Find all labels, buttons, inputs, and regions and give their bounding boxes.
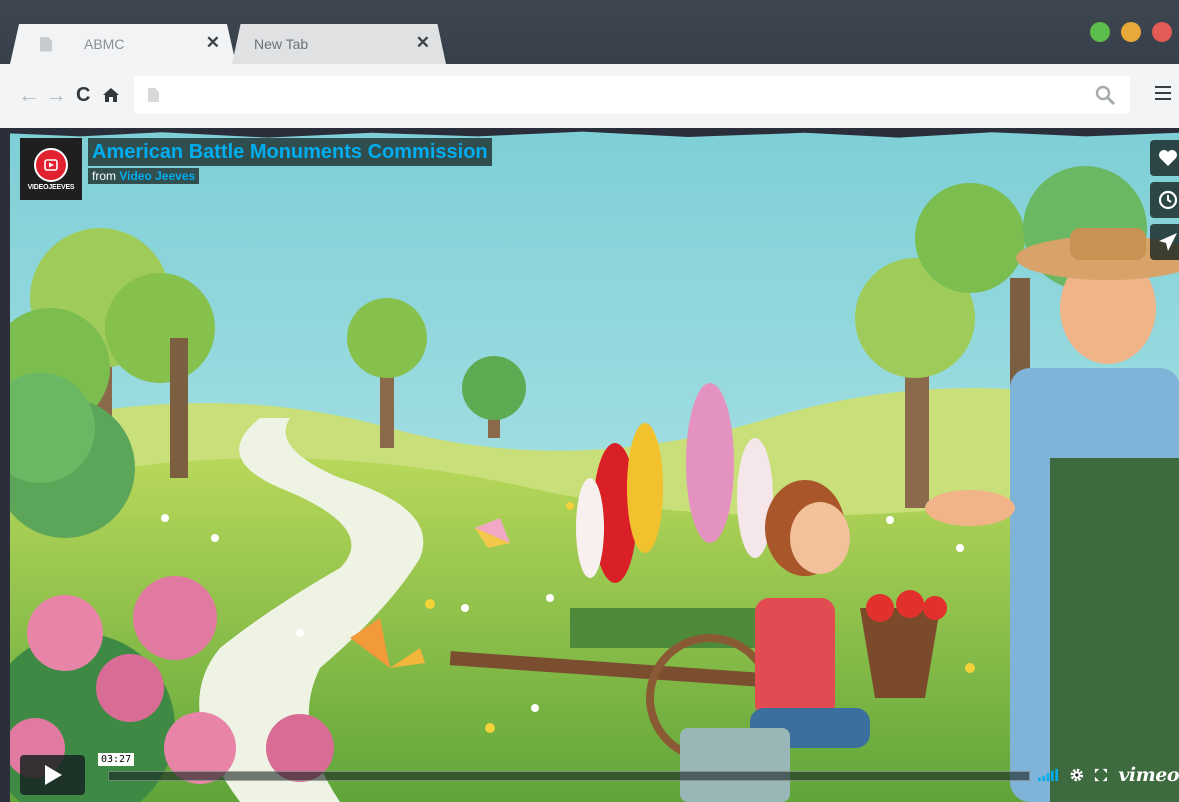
- from-label: from: [92, 169, 116, 183]
- menu-icon[interactable]: [1155, 86, 1171, 104]
- watch-later-button[interactable]: [1150, 182, 1179, 218]
- minimize-button[interactable]: [1121, 22, 1141, 42]
- video-byline: from Video Jeeves: [88, 168, 200, 184]
- back-button[interactable]: ←: [18, 82, 40, 108]
- search-icon[interactable]: [1094, 84, 1116, 106]
- tab-new-tab[interactable]: New Tab ✕: [232, 24, 446, 64]
- vimeo-logo[interactable]: vimeo: [1118, 764, 1179, 786]
- channel-logo-text: VIDEOJEEVES: [27, 183, 75, 191]
- like-button[interactable]: [1150, 140, 1179, 176]
- share-button[interactable]: [1150, 224, 1179, 260]
- paper-plane-icon: [1159, 233, 1177, 251]
- tab-strip: ABMC ✕ New Tab ✕: [0, 0, 1179, 64]
- video-title-overlay: VIDEOJEEVES American Battle Monuments Co…: [20, 138, 492, 200]
- tab-label: ABMC: [84, 36, 125, 52]
- progress-bar[interactable]: [108, 771, 1030, 781]
- home-icon: [103, 88, 119, 102]
- browser-window: ABMC ✕ New Tab ✕ ← → C VIDEOJEEVES Ameri…: [0, 0, 1179, 802]
- owner-link[interactable]: Video Jeeves: [119, 169, 195, 183]
- play-icon: [44, 765, 62, 785]
- address-bar[interactable]: [134, 76, 1130, 114]
- maximize-button[interactable]: [1090, 22, 1110, 42]
- player-controls: 03:27 vimeo: [20, 753, 1179, 795]
- channel-logo[interactable]: VIDEOJEEVES: [20, 138, 82, 200]
- close-tab-icon[interactable]: ✕: [206, 33, 220, 53]
- clock-icon: [1158, 190, 1178, 210]
- control-icons: vimeo: [1038, 760, 1179, 790]
- heart-icon: [1159, 150, 1177, 166]
- settings-gear-icon[interactable]: [1069, 766, 1085, 784]
- volume-icon[interactable]: [1038, 768, 1059, 782]
- close-tab-icon[interactable]: ✕: [416, 33, 430, 53]
- video-player[interactable]: VIDEOJEEVES American Battle Monuments Co…: [10, 128, 1179, 802]
- tab-abmc[interactable]: ABMC ✕: [10, 24, 236, 64]
- video-frame-illustration: [10, 128, 1179, 802]
- video-title[interactable]: American Battle Monuments Commission: [88, 138, 492, 166]
- home-button[interactable]: [102, 82, 120, 111]
- play-logo-icon: [34, 147, 68, 182]
- close-window-button[interactable]: [1152, 22, 1172, 42]
- forward-button[interactable]: →: [45, 82, 67, 108]
- fullscreen-icon[interactable]: [1094, 767, 1108, 783]
- timecode: 03:27: [98, 753, 135, 766]
- reload-button[interactable]: C: [76, 82, 90, 108]
- tab-label: New Tab: [254, 36, 309, 52]
- play-button[interactable]: [20, 755, 85, 795]
- page-icon: [148, 88, 159, 102]
